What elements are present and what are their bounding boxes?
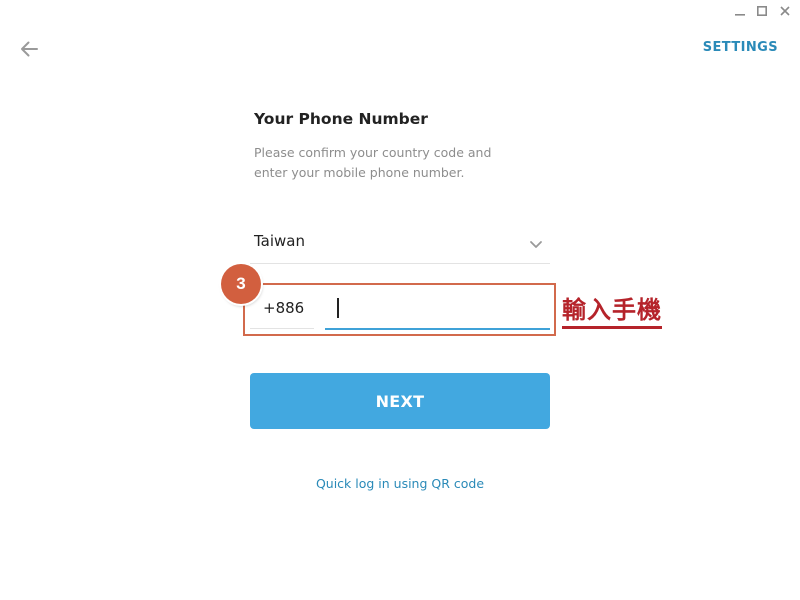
- window-titlebar: [0, 0, 800, 21]
- chevron-down-icon: [530, 241, 542, 248]
- highlight-box: [243, 283, 556, 336]
- qr-login-link: Quick log in using QR code: [0, 476, 800, 491]
- qr-login-link-label[interactable]: Quick log in using QR code: [316, 476, 484, 491]
- settings-button[interactable]: SETTINGS: [703, 40, 778, 55]
- annotation-label: 輸入手機: [562, 290, 662, 329]
- country-select[interactable]: Taiwan: [250, 226, 550, 264]
- next-button[interactable]: NEXT: [250, 373, 550, 429]
- back-button[interactable]: [16, 37, 42, 61]
- maximize-icon[interactable]: [751, 0, 773, 21]
- country-name: Taiwan: [254, 232, 306, 250]
- page-subtitle: Please confirm your country code and ent…: [254, 145, 492, 180]
- page-title: Your Phone Number: [254, 110, 428, 128]
- step-number-badge: 3: [221, 264, 261, 304]
- close-icon[interactable]: [774, 0, 796, 21]
- arrow-left-icon: [21, 41, 38, 57]
- minimize-icon[interactable]: [729, 0, 751, 21]
